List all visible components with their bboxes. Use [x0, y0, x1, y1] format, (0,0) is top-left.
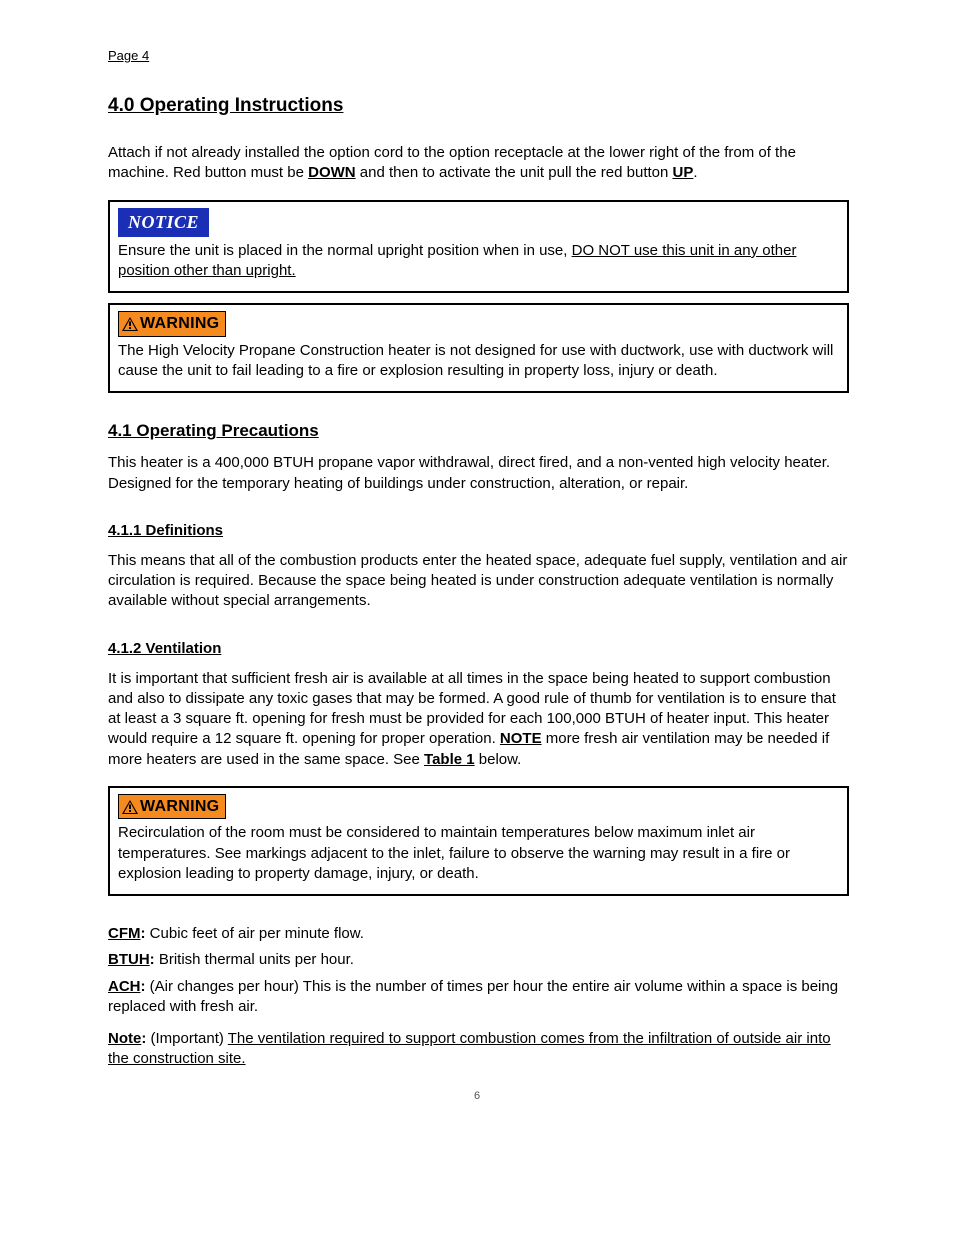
definition-cfm-text: Cubic feet of air per minute flow.	[150, 925, 364, 942]
subsection-4-1-2-post2: below.	[475, 751, 522, 768]
definition-ach: ACH: (Air changes per hour) This is the …	[108, 977, 849, 1018]
note-leadword: Note	[108, 1030, 141, 1047]
section-4-body-mid: and then to activate the unit pull the r…	[356, 164, 673, 181]
term-cfm: CFM	[108, 925, 141, 942]
section-4-body: Attach if not already installed the opti…	[108, 143, 849, 184]
warning-2-text: Recirculation of the room must be consid…	[118, 824, 790, 882]
warning-badge-row-2: WARNING	[118, 794, 839, 820]
subsection-4-1-2-body: It is important that sufficient fresh ai…	[108, 669, 849, 770]
notice-callout: NOTICE Ensure the unit is placed in the …	[108, 200, 849, 294]
warning-triangle-icon	[122, 800, 138, 814]
subsection-4-1-1-body: This means that all of the combustion pr…	[108, 551, 849, 612]
definition-ach-text: (Air changes per hour) This is the numbe…	[108, 978, 838, 1015]
warning-callout-2: WARNING Recirculation of the room must b…	[108, 786, 849, 896]
term-ach: ACH	[108, 978, 141, 995]
page-number-top: Page 4	[108, 48, 849, 63]
note-pre: (Important)	[151, 1030, 228, 1047]
term-btuh: BTUH	[108, 951, 150, 968]
subsection-4-1-heading: 4.1 Operating Precautions	[108, 421, 849, 441]
section-4-heading: 4.0 Operating Instructions	[108, 95, 849, 117]
warning-badge: WARNING	[118, 794, 226, 820]
term-colon: :	[150, 951, 155, 968]
down-word: DOWN	[308, 164, 356, 181]
notice-badge: NOTICE	[118, 208, 209, 237]
footer-page-number: 6	[0, 1090, 954, 1102]
document-page: Page 4 4.0 Operating Instructions Attach…	[0, 0, 954, 1130]
notice-badge-row: NOTICE	[118, 208, 839, 237]
term-colon: :	[141, 978, 146, 995]
warning-badge: WARNING	[118, 311, 226, 337]
term-colon: :	[141, 925, 146, 942]
subsection-4-1-2-heading: 4.1.2 Ventilation	[108, 640, 849, 657]
table-1-ref: Table 1	[424, 751, 475, 768]
definition-btuh: BTUH: British thermal units per hour.	[108, 950, 849, 970]
warning-badge-row-1: WARNING	[118, 311, 839, 337]
warning-1-text: The High Velocity Propane Construction h…	[118, 342, 833, 379]
definition-cfm: CFM: Cubic feet of air per minute flow.	[108, 924, 849, 944]
subsection-4-1-body: This heater is a 400,000 BTUH propane va…	[108, 453, 849, 494]
definition-btuh-text: British thermal units per hour.	[159, 951, 354, 968]
warning-callout-1: WARNING The High Velocity Propane Constr…	[108, 303, 849, 393]
warning-triangle-icon	[122, 317, 138, 331]
note-important: Note: (Important) The ventilation requir…	[108, 1029, 849, 1070]
subsection-4-1-2-note-word: NOTE	[500, 730, 542, 747]
notice-text-plain: Ensure the unit is placed in the normal …	[118, 242, 572, 259]
section-4-body-end: .	[693, 164, 697, 181]
up-word: UP	[673, 164, 694, 181]
term-colon: :	[141, 1030, 146, 1047]
subsection-4-1-1-heading: 4.1.1 Definitions	[108, 522, 849, 539]
